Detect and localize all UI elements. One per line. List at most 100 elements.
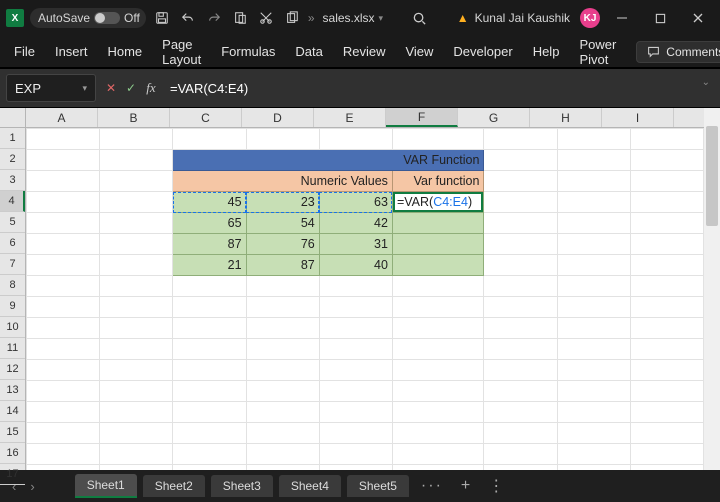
tab-review[interactable]: Review (343, 40, 386, 63)
cell[interactable]: 23 (246, 192, 319, 213)
row-header[interactable]: 5 (0, 212, 25, 233)
cell-editing[interactable]: =VAR(C4:E4) (392, 192, 483, 213)
row-header[interactable]: 14 (0, 401, 25, 422)
col-header[interactable]: D (242, 108, 314, 127)
col-header[interactable]: A (26, 108, 98, 127)
warning-icon[interactable]: ▲ (457, 11, 469, 25)
col-header[interactable]: C (170, 108, 242, 127)
tab-data[interactable]: Data (295, 40, 322, 63)
cell[interactable] (392, 234, 483, 255)
sheet-tab[interactable]: Sheet4 (279, 475, 341, 497)
row-header[interactable]: 10 (0, 317, 25, 338)
sheet-tab[interactable]: Sheet5 (347, 475, 409, 497)
select-all-corner[interactable] (0, 108, 26, 128)
row-header[interactable]: 13 (0, 380, 25, 401)
sheet-tab[interactable]: Sheet1 (75, 474, 137, 498)
tab-help[interactable]: Help (533, 40, 560, 63)
ribbon-tabs: File Insert Home Page Layout Formulas Da… (0, 36, 720, 68)
cell[interactable]: 42 (319, 213, 392, 234)
cell[interactable]: 54 (246, 213, 319, 234)
cell[interactable]: 21 (173, 255, 246, 276)
tab-file[interactable]: File (14, 40, 35, 63)
user-name[interactable]: Kunal Jai Kaushik (475, 11, 570, 25)
tab-insert[interactable]: Insert (55, 40, 88, 63)
row: 45 23 63 =VAR(C4:E4) (27, 192, 704, 213)
tab-developer[interactable]: Developer (453, 40, 512, 63)
copy-icon[interactable] (282, 8, 302, 28)
comments-button[interactable]: Comments (636, 41, 720, 63)
title-bar: X AutoSave Off » sales.xlsx ▾ ▲ Kunal Ja… (0, 0, 720, 36)
formula-input[interactable]: =VAR(C4:E4) ⌄ (162, 74, 712, 102)
cell[interactable]: 65 (173, 213, 246, 234)
cell[interactable]: 45 (173, 192, 246, 213)
cell[interactable]: 87 (246, 255, 319, 276)
vertical-scrollbar[interactable] (704, 108, 720, 470)
row: 87 76 31 (27, 234, 704, 255)
row: Numeric Values Var function (27, 171, 704, 192)
row-header[interactable]: 9 (0, 296, 25, 317)
cell[interactable]: 87 (173, 234, 246, 255)
add-sheet-button[interactable]: + (455, 477, 476, 495)
workbook-filename[interactable]: sales.xlsx ▾ (323, 11, 384, 25)
sheet-overflow[interactable]: ··· (415, 477, 449, 495)
save-icon[interactable] (152, 8, 172, 28)
row-header[interactable]: 11 (0, 338, 25, 359)
col-header[interactable]: G (458, 108, 530, 127)
sheet-tab[interactable]: Sheet2 (143, 475, 205, 497)
col-header[interactable]: B (98, 108, 170, 127)
tab-home[interactable]: Home (107, 40, 142, 63)
row-header[interactable]: 1 (0, 128, 25, 149)
row-header[interactable]: 8 (0, 275, 25, 296)
expand-formula-bar[interactable]: ⌄ (702, 77, 710, 88)
autosave-label: AutoSave (38, 11, 90, 25)
cancel-formula-button[interactable]: ✕ (102, 79, 120, 97)
maximize-button[interactable] (644, 4, 676, 32)
cells-viewport[interactable]: VAR Function Numeric Values Var function… (26, 128, 704, 470)
tab-power-pivot[interactable]: Power Pivot (579, 33, 616, 71)
autosave-toggle[interactable]: AutoSave Off (30, 8, 146, 28)
toggle-track (94, 12, 120, 24)
row-header[interactable]: 6 (0, 233, 25, 254)
row-header[interactable]: 3 (0, 170, 25, 191)
cell[interactable]: 76 (246, 234, 319, 255)
cell-var-header[interactable]: Var function (392, 171, 483, 192)
row-header[interactable]: 7 (0, 254, 25, 275)
cell[interactable] (392, 213, 483, 234)
cell[interactable]: 63 (319, 192, 392, 213)
qat-overflow[interactable]: » (308, 11, 315, 25)
undo-icon[interactable] (178, 8, 198, 28)
name-box[interactable]: EXP ▾ (6, 74, 96, 102)
cell-title[interactable]: VAR Function (173, 150, 484, 171)
paste-icon[interactable] (230, 8, 250, 28)
enter-formula-button[interactable]: ✓ (122, 79, 140, 97)
close-button[interactable] (682, 4, 714, 32)
row-header[interactable]: 15 (0, 422, 25, 443)
col-header[interactable]: F (386, 108, 458, 127)
row-header[interactable]: 2 (0, 149, 25, 170)
cell[interactable]: 31 (319, 234, 392, 255)
insert-function-button[interactable]: fx (142, 79, 160, 97)
sheet-menu[interactable]: ⋮ (482, 476, 512, 496)
col-header[interactable]: H (530, 108, 602, 127)
col-header[interactable]: I (602, 108, 674, 127)
row-header[interactable]: 16 (0, 443, 25, 464)
sheet-tab[interactable]: Sheet3 (211, 475, 273, 497)
tab-view[interactable]: View (405, 40, 433, 63)
row-header[interactable]: 17 (0, 464, 25, 485)
cell[interactable]: 40 (319, 255, 392, 276)
cell-numeric-header[interactable]: Numeric Values (173, 171, 393, 192)
minimize-button[interactable] (606, 4, 638, 32)
tab-page-layout[interactable]: Page Layout (162, 33, 201, 71)
user-avatar[interactable]: KJ (580, 8, 600, 28)
redo-icon[interactable] (204, 8, 224, 28)
chevron-down-icon: ▾ (82, 83, 87, 94)
row-header[interactable]: 4 (0, 191, 25, 212)
sheet-nav-next[interactable]: › (26, 479, 38, 494)
worksheet-grid[interactable]: A B C D E F G H I 1 2 3 4 5 6 7 8 9 10 1… (0, 108, 720, 470)
tab-formulas[interactable]: Formulas (221, 40, 275, 63)
col-header[interactable]: E (314, 108, 386, 127)
search-icon[interactable] (410, 8, 430, 28)
cut-icon[interactable] (256, 8, 276, 28)
cell[interactable] (392, 255, 483, 276)
row-header[interactable]: 12 (0, 359, 25, 380)
